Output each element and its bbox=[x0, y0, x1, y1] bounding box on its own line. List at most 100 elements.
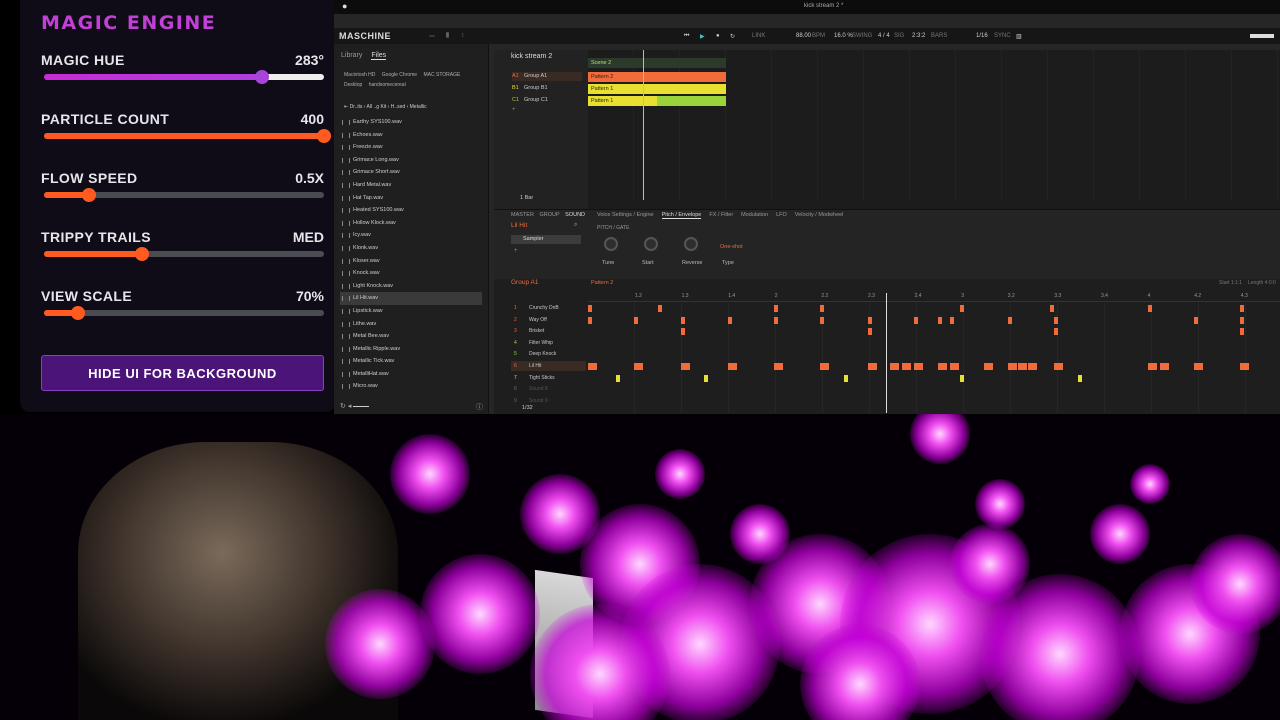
location-item[interactable]: MAC STORAGE bbox=[423, 72, 460, 78]
note[interactable] bbox=[890, 363, 899, 370]
file-item[interactable]: Metallic Tick.wav bbox=[340, 355, 482, 368]
pattern-length[interactable]: Length 4:0:0 bbox=[1248, 280, 1276, 286]
sound-lane[interactable]: 7 Tight Sticks bbox=[511, 373, 586, 383]
tab-master[interactable]: MASTER bbox=[511, 212, 534, 218]
grid-value[interactable]: 1/16 bbox=[976, 33, 988, 39]
file-item[interactable]: Hat Tap.wav bbox=[340, 192, 482, 205]
tab-group[interactable]: GROUP bbox=[539, 212, 559, 218]
note[interactable] bbox=[728, 316, 732, 324]
link-label[interactable]: LINK bbox=[752, 33, 765, 39]
note[interactable] bbox=[950, 363, 959, 370]
note[interactable] bbox=[950, 316, 954, 324]
note[interactable] bbox=[1008, 363, 1017, 370]
group-item[interactable]: B1 Group B1 bbox=[512, 84, 582, 93]
sound-lane[interactable]: 3 Brisket bbox=[511, 326, 586, 336]
note[interactable] bbox=[960, 374, 964, 382]
pattern-name[interactable]: Pattern 2 bbox=[591, 280, 613, 286]
slider-knob[interactable] bbox=[317, 129, 331, 143]
knob-tune[interactable] bbox=[604, 237, 618, 251]
record-icon[interactable]: ● bbox=[716, 33, 720, 39]
step-value[interactable]: 1/32 bbox=[522, 405, 533, 411]
note[interactable] bbox=[1018, 363, 1027, 370]
search-icon[interactable]: ⌕ bbox=[574, 222, 577, 229]
note[interactable] bbox=[1194, 316, 1198, 324]
note[interactable] bbox=[728, 363, 737, 370]
sound-lane[interactable]: 1 Crunchy DnB bbox=[511, 303, 586, 313]
hide-ui-button[interactable]: HIDE UI FOR BACKGROUND bbox=[41, 355, 324, 391]
note[interactable] bbox=[1028, 363, 1037, 370]
param-tab[interactable]: Modulation bbox=[741, 212, 768, 218]
note[interactable] bbox=[634, 316, 638, 324]
file-item[interactable]: Echoes.wav bbox=[340, 129, 482, 142]
note[interactable] bbox=[704, 374, 708, 382]
note[interactable] bbox=[681, 328, 685, 336]
sound-lane[interactable]: 8 Sound 8 bbox=[511, 384, 586, 394]
file-item[interactable]: Icy.wav bbox=[340, 229, 482, 242]
note[interactable] bbox=[960, 305, 964, 312]
file-item[interactable]: Micro.wav bbox=[340, 380, 482, 393]
param-tab[interactable]: FX / Filter bbox=[709, 212, 733, 218]
note[interactable] bbox=[820, 316, 824, 324]
knob-start[interactable] bbox=[644, 237, 658, 251]
add-group-icon[interactable]: + bbox=[512, 107, 516, 113]
file-item[interactable]: Light Knock.wav bbox=[340, 280, 482, 293]
menu-icon[interactable]: ⋯ bbox=[429, 33, 435, 40]
note[interactable] bbox=[1050, 305, 1054, 312]
note[interactable] bbox=[774, 363, 783, 370]
slider-knob[interactable] bbox=[135, 247, 149, 261]
note[interactable] bbox=[588, 316, 592, 324]
sync-label[interactable]: SYNC bbox=[994, 33, 1011, 39]
note[interactable] bbox=[658, 305, 662, 312]
type-value[interactable]: One-shot bbox=[720, 244, 743, 250]
note[interactable] bbox=[1054, 363, 1063, 370]
note-grid[interactable] bbox=[588, 303, 1280, 413]
rewind-icon[interactable]: ⏮ bbox=[684, 33, 689, 40]
note[interactable] bbox=[1078, 374, 1082, 382]
play-icon[interactable]: ▶ bbox=[700, 33, 705, 40]
param-tab[interactable]: Velocity / Modwheel bbox=[795, 212, 844, 218]
pattern-group[interactable]: Group A1 bbox=[511, 279, 538, 286]
file-item[interactable]: MetalliHat.wav bbox=[340, 368, 482, 381]
file-item[interactable]: Earthy SYS100.wav bbox=[340, 116, 482, 129]
note[interactable] bbox=[938, 316, 942, 324]
location-item[interactable]: handsomecereal bbox=[369, 82, 406, 88]
note[interactable] bbox=[634, 363, 643, 370]
mixer-icon[interactable]: ⫶ bbox=[462, 33, 464, 40]
plugin-slot[interactable]: Sampler bbox=[511, 235, 581, 244]
file-item[interactable]: Lithe.wav bbox=[340, 318, 482, 331]
sound-lane[interactable]: 2 Way Off bbox=[511, 315, 586, 325]
refresh-icon[interactable]: ↻ bbox=[340, 403, 346, 410]
pattern-start[interactable]: Start 1:1:1 bbox=[1219, 280, 1242, 286]
note[interactable] bbox=[1194, 363, 1203, 370]
sound-lane[interactable]: 6 Lil Hit bbox=[511, 361, 586, 371]
note[interactable] bbox=[844, 374, 848, 382]
signature-value[interactable]: 4 / 4 bbox=[878, 33, 890, 39]
file-item[interactable]: Knock.wav bbox=[340, 267, 482, 280]
note[interactable] bbox=[1054, 328, 1058, 336]
note[interactable] bbox=[902, 363, 911, 370]
file-item[interactable]: Grimace Short.wav bbox=[340, 166, 482, 179]
breadcrumb-item[interactable]: H..sed bbox=[391, 104, 405, 110]
file-item[interactable]: Freezie.wav bbox=[340, 141, 482, 154]
scene-chip[interactable]: Scene 2 bbox=[588, 58, 726, 68]
param-tab[interactable]: Pitch / Envelope bbox=[661, 212, 702, 219]
apple-icon[interactable]: ● bbox=[342, 1, 347, 11]
slider-track[interactable] bbox=[44, 129, 331, 143]
tempo-value[interactable]: 88.00 bbox=[796, 33, 811, 39]
note[interactable] bbox=[616, 374, 620, 382]
note[interactable] bbox=[1008, 316, 1012, 324]
sound-lane[interactable]: 4 Filter Whip bbox=[511, 338, 586, 348]
loop-icon[interactable]: ↻ bbox=[730, 33, 735, 40]
file-item[interactable]: Lipstick.wav bbox=[340, 305, 482, 318]
note[interactable] bbox=[914, 363, 923, 370]
keyboard-icon[interactable]: ▥ bbox=[1016, 33, 1022, 40]
note[interactable] bbox=[1160, 363, 1169, 370]
pattern-clip[interactable]: Pattern 1 bbox=[588, 84, 726, 94]
file-item[interactable]: Grimace Long.wav bbox=[340, 154, 482, 167]
group-item[interactable]: C1 Group C1 bbox=[512, 96, 582, 105]
tab-files[interactable]: Files bbox=[371, 52, 387, 60]
note[interactable] bbox=[1240, 316, 1244, 324]
tab-library[interactable]: Library bbox=[341, 52, 362, 59]
sound-name[interactable]: Lil Hit bbox=[511, 222, 527, 229]
param-tab[interactable]: Voice Settings / Engine bbox=[597, 212, 654, 218]
